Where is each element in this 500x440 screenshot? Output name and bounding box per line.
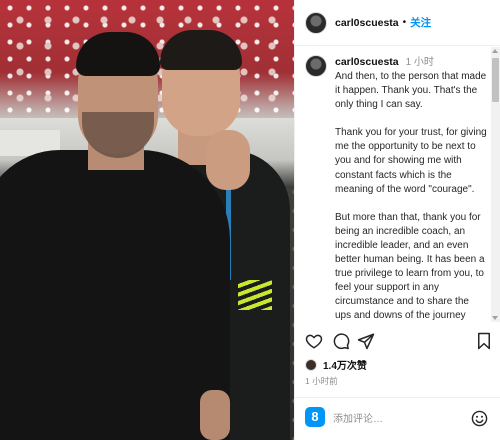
person-left-hand <box>200 390 230 440</box>
caption: carl0scuesta 1 小时 And then, to the perso… <box>295 47 500 322</box>
posted-time[interactable]: 1 小时前 <box>305 375 338 387</box>
caption-paragraph: And then, to the person that made it hap… <box>335 71 487 111</box>
caption-scroll-area[interactable]: carl0scuesta 1 小时 And then, to the perso… <box>295 47 500 322</box>
liker-avatar <box>305 358 317 371</box>
author-avatar[interactable] <box>305 11 327 34</box>
threads-icon[interactable]: 8 <box>305 407 325 427</box>
comment-input[interactable]: 添加评论… <box>333 410 383 425</box>
comment-bar: 8 添加评论… <box>295 397 500 440</box>
heart-icon[interactable] <box>305 332 323 350</box>
likes-row[interactable]: 1.4万次赞 <box>305 357 367 372</box>
caption-body: carl0scuesta 1 小时 And then, to the perso… <box>335 55 487 322</box>
likes-count[interactable]: 1.4万次赞 <box>323 357 367 372</box>
caption-avatar[interactable] <box>305 55 327 77</box>
comment-icon[interactable] <box>332 332 350 350</box>
header-separator: • <box>402 17 407 28</box>
scroll-up-arrow-icon[interactable] <box>492 49 498 53</box>
post-photo[interactable] <box>0 0 294 440</box>
caption-time: 1 小时 <box>405 57 434 68</box>
post-header: carl0scuesta • 关注 <box>295 0 500 46</box>
share-icon[interactable] <box>357 332 375 350</box>
follow-button[interactable]: 关注 <box>410 15 431 30</box>
scrollbar-thumb[interactable] <box>492 58 499 102</box>
author-username[interactable]: carl0scuesta <box>335 17 399 29</box>
post-side-panel: carl0scuesta • 关注 carl0scuesta 1 小时 And … <box>294 0 500 440</box>
scroll-down-arrow-icon[interactable] <box>492 316 498 320</box>
caption-meta: carl0scuesta 1 小时 <box>335 55 487 70</box>
caption-username[interactable]: carl0scuesta <box>335 56 399 68</box>
person-right-stripe <box>238 280 272 310</box>
person-left-body <box>0 150 230 440</box>
caption-paragraph: But more than that, thank you for being … <box>335 211 485 322</box>
person-right-hand <box>206 130 250 190</box>
emoji-icon[interactable] <box>471 410 488 427</box>
caption-paragraph: Thank you for your trust, for giving me … <box>335 127 487 195</box>
bookmark-icon[interactable] <box>475 332 493 350</box>
person-right-hair <box>160 30 242 70</box>
action-bar <box>295 324 500 356</box>
